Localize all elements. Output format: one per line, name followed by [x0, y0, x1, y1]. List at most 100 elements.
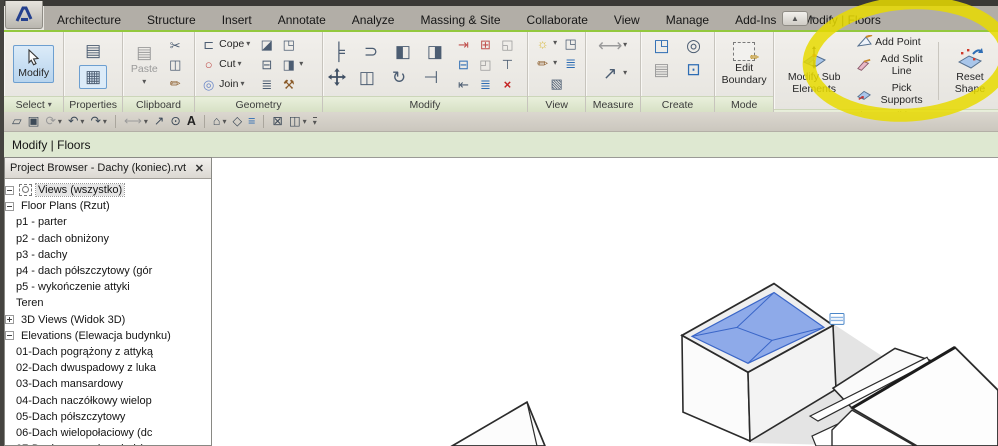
tree-item[interactable]: p1 - parter	[5, 214, 211, 230]
rotate-button[interactable]: ↻	[386, 66, 412, 88]
panel-properties-label[interactable]: Properties	[64, 96, 122, 112]
text-button[interactable]: A	[187, 115, 196, 128]
tag-by-category-button[interactable]: ⊙	[170, 115, 180, 128]
ribbon-display-toggle[interactable]: ▲ ▾	[782, 11, 815, 26]
tree-item[interactable]: Teren	[5, 295, 211, 311]
ribbon-tab[interactable]: Analyze	[339, 9, 408, 30]
tree-item[interactable]: 02-Dach dwuspadowy z luka	[5, 360, 211, 376]
cut-to-clipboard-button[interactable]: ✂	[165, 36, 186, 54]
panel-geometry-label[interactable]: Geometry	[195, 96, 322, 112]
ribbon-tab[interactable]: Massing & Site	[407, 9, 513, 30]
paste-button[interactable]: ▤ Paste ▾	[126, 38, 163, 90]
ribbon-tab[interactable]: Architecture	[44, 9, 134, 30]
tree-expander-icon[interactable]	[5, 201, 14, 211]
undo-button[interactable]: ↶ ▾	[68, 115, 85, 128]
ribbon-tab[interactable]: Manage	[653, 9, 722, 30]
mirror-pick-axis-button[interactable]: ◧	[390, 40, 416, 62]
panel-select-label[interactable]: Select ▾	[4, 96, 64, 112]
drawing-area[interactable]	[212, 157, 998, 446]
panel-measure-label[interactable]: Measure	[586, 96, 640, 112]
panel-mode-label[interactable]: Mode	[715, 96, 774, 112]
save-button[interactable]: ▣	[28, 115, 40, 128]
split-with-gap-button[interactable]: ◰	[475, 55, 496, 73]
tree-item[interactable]: 07-Dach wg powierzchni (w	[5, 441, 211, 445]
tree-item[interactable]: 3D Views (Widok 3D)	[5, 312, 211, 328]
ribbon-tab[interactable]: Add-Ins	[722, 9, 789, 30]
array-button[interactable]: ⊞	[475, 35, 496, 53]
match-type-button[interactable]: ✏	[165, 74, 186, 92]
ribbon-tab[interactable]: Insert	[209, 9, 265, 30]
split-element-button[interactable]: ⊟	[453, 55, 474, 73]
tree-expander-icon[interactable]	[5, 315, 14, 325]
close-icon[interactable]: ✕	[193, 162, 206, 175]
aligned-dimension-button[interactable]: ↗ ▾	[597, 62, 629, 84]
customize-qat-button[interactable]: ▾	[312, 116, 317, 127]
tree-item[interactable]: p5 - wykończenie attyki	[5, 279, 211, 295]
create-assembly-button[interactable]: ⊡	[681, 58, 707, 80]
cut-geometry-button[interactable]: ○ Cut ▾	[198, 55, 252, 73]
switch-windows-button[interactable]: ◫ ▾	[289, 115, 307, 128]
trim-extend-button[interactable]: ⊣	[418, 66, 444, 88]
panel-clipboard-label[interactable]: Clipboard	[122, 96, 195, 112]
aligned-dimension-button[interactable]: ↗	[154, 115, 164, 128]
show-related-button[interactable]: ◳	[278, 35, 299, 53]
add-split-line-button[interactable]: Add Split Line	[855, 52, 932, 78]
mirror-draw-axis-button[interactable]: ◨	[422, 40, 448, 62]
pin-button[interactable]: ⊤	[497, 55, 518, 73]
tree-expander-icon[interactable]	[5, 331, 14, 341]
demolish-button[interactable]: ⚒	[278, 75, 299, 93]
copy-button[interactable]: ◫	[354, 66, 380, 88]
edit-witness-lines-button[interactable]: ≣	[475, 75, 496, 93]
edit-boundary-button[interactable]: ✏ Edit Boundary	[714, 38, 774, 90]
tree-item[interactable]: Elevations (Elewacja budynku)	[5, 328, 211, 344]
default-3d-view-button[interactable]: ⌂ ▾	[213, 115, 227, 128]
panel-view-label[interactable]: View	[527, 96, 586, 112]
selection-grip-icon[interactable]	[829, 312, 845, 325]
tree-item[interactable]: 01-Dach pogrążony z attyką	[5, 344, 211, 360]
panel-modify-label[interactable]: Modify	[322, 96, 527, 112]
thin-lines-button[interactable]: ≡	[248, 115, 255, 128]
tree-item[interactable]: p4 - dach półszczytowy (gór	[5, 263, 211, 279]
copy-to-clipboard-button[interactable]: ◫	[165, 55, 186, 73]
project-browser-titlebar[interactable]: Project Browser - Dachy (koniec).rvt ✕	[5, 158, 211, 179]
move-button[interactable]	[326, 67, 348, 87]
tree-item[interactable]: 04-Dach naczółkowy wielop	[5, 392, 211, 408]
ribbon-tab[interactable]: Collaborate	[514, 9, 601, 30]
paint-button[interactable]: ⊟	[256, 55, 277, 73]
pick-supports-button[interactable]: Pick Supports	[855, 81, 932, 107]
scale-button[interactable]: ◱	[497, 35, 518, 53]
reset-shape-button[interactable]: Reset Shape	[945, 42, 995, 99]
cope-button[interactable]: ⊏ Cope ▾	[198, 35, 252, 53]
ribbon-tab[interactable]: Annotate	[265, 9, 339, 30]
activate-dimensions-button[interactable]: ⇥	[453, 35, 474, 53]
measure-button[interactable]: ⟷ ▾	[124, 115, 148, 128]
tree-item[interactable]: Views (wszystko)	[5, 182, 211, 198]
displace-elements-button[interactable]: ▧	[546, 74, 567, 92]
tree-item[interactable]: p2 - dach obniżony	[5, 231, 211, 247]
align-button[interactable]: ╞	[326, 40, 352, 62]
wall-joins-button[interactable]: ≣	[256, 75, 277, 93]
beam-joins-button[interactable]: ◨ ▾	[278, 55, 305, 73]
tree-item[interactable]: p3 - dachy	[5, 247, 211, 263]
modify-sub-elements-button[interactable]: Modify Sub Elements	[777, 42, 851, 99]
create-parts-button[interactable]: ▤	[649, 58, 675, 80]
hide-element-button[interactable]: ◳	[560, 34, 581, 52]
redo-button[interactable]: ↷ ▾	[90, 115, 107, 128]
tree-item[interactable]: 06-Dach wielopołaciowy (dc	[5, 425, 211, 441]
ribbon-tab[interactable]: View	[601, 9, 653, 30]
wall-opening-button[interactable]: ◪	[256, 35, 277, 53]
tree-item[interactable]: Floor Plans (Rzut)	[5, 198, 211, 214]
add-point-button[interactable]: Add Point	[855, 34, 923, 49]
type-properties-button[interactable]: ▤	[80, 40, 106, 62]
open-button[interactable]: ▱	[12, 115, 22, 128]
panel-create-label[interactable]: Create	[640, 96, 715, 112]
section-button[interactable]: ◇	[232, 115, 242, 128]
application-menu-button[interactable]	[5, 1, 43, 29]
unpin-button[interactable]: ⇤	[453, 75, 474, 93]
linework-button[interactable]: ≣	[560, 54, 581, 72]
override-graphics-button[interactable]: ✏ ▾	[532, 54, 559, 72]
create-group-button[interactable]: ◳	[649, 34, 675, 56]
roof-peak-building[interactable]	[450, 400, 546, 446]
tree-expander-icon[interactable]	[5, 185, 14, 195]
ribbon-tab[interactable]: Structure	[134, 9, 209, 30]
